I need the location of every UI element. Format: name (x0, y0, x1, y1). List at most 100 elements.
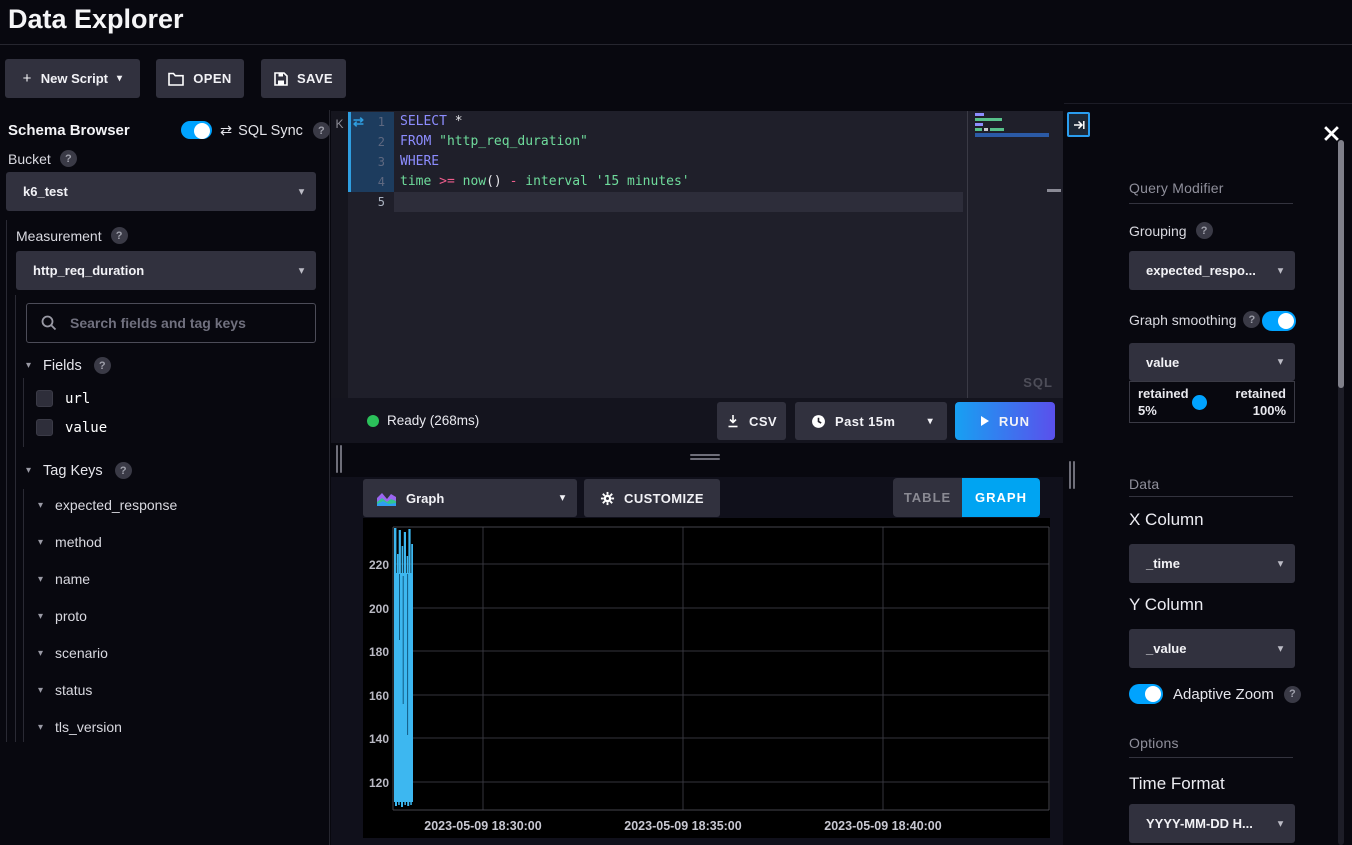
editor-left-strip: K (331, 111, 348, 398)
graph-smoothing-toggle[interactable] (1262, 311, 1296, 331)
y-column-dropdown[interactable]: _value ▾ (1129, 629, 1295, 668)
plus-icon: + (23, 70, 32, 87)
measurement-help-icon[interactable]: ? (111, 227, 128, 244)
bucket-dropdown[interactable]: k6_test ▾ (6, 172, 316, 211)
new-script-label: New Script (41, 71, 108, 86)
tag-key-row[interactable]: ▾tls_version (38, 719, 122, 735)
panel-splitter[interactable] (331, 443, 1063, 477)
fields-expander-icon[interactable]: ▾ (26, 360, 31, 371)
tag-expander-icon[interactable]: ▾ (38, 648, 43, 659)
grouping-help-icon[interactable]: ? (1196, 222, 1213, 239)
open-label: OPEN (193, 71, 231, 86)
graph-tab-label: GRAPH (975, 490, 1027, 505)
clock-icon (811, 414, 826, 429)
save-label: SAVE (297, 71, 333, 86)
retained-left-top: retained (1138, 385, 1189, 402)
value-checkbox[interactable] (36, 419, 53, 436)
folder-icon (168, 72, 184, 86)
right-panel-scrollbar[interactable] (1338, 140, 1344, 845)
sql-sync-help-icon[interactable]: ? (313, 122, 330, 139)
tag-expander-icon[interactable]: ▾ (38, 574, 43, 585)
smoothing-column-dropdown[interactable]: value ▾ (1129, 343, 1295, 381)
graph-smoothing-help-icon[interactable]: ? (1243, 311, 1260, 328)
bucket-value: k6_test (6, 184, 68, 199)
chart-canvas (363, 518, 1050, 838)
sql-editor[interactable]: K ⇄ 1 2 3 4 5 SELECT * FROM "http_req_du… (331, 111, 1063, 398)
minimap-divider (967, 111, 968, 398)
scrollbar-thumb[interactable] (1338, 140, 1344, 388)
open-button[interactable]: OPEN (156, 59, 244, 98)
search-input[interactable] (70, 315, 300, 331)
x-tick-label: 2023-05-09 18:30:00 (403, 819, 563, 833)
view-type-dropdown[interactable]: Graph ▾ (363, 479, 577, 517)
time-range-dropdown[interactable]: Past 15m ▾ (795, 402, 947, 440)
table-tab-label: TABLE (904, 490, 951, 505)
tag-keys-expander-icon[interactable]: ▾ (26, 465, 31, 476)
field-row-url[interactable]: url (36, 390, 90, 407)
tag-expander-icon[interactable]: ▾ (38, 685, 43, 696)
grouping-value: expected_respo... (1129, 263, 1256, 278)
chevron-down-icon: ▾ (560, 493, 565, 504)
x-column-value: _time (1129, 556, 1180, 571)
bucket-help-icon[interactable]: ? (60, 150, 77, 167)
query-modifier-heading: Query Modifier (1129, 180, 1224, 196)
right-splitter-handle[interactable] (1069, 461, 1077, 489)
customize-button[interactable]: CUSTOMIZE (584, 479, 720, 517)
x-column-label: X Column (1129, 510, 1204, 530)
view-type-label: Graph (396, 491, 444, 506)
editor-status-bar: Ready (268ms) CSV Past 15m ▾ RUN (331, 398, 1063, 443)
minimap-slider[interactable] (1047, 189, 1061, 192)
search-fields-box[interactable] (26, 303, 316, 343)
line-number: 2 (351, 132, 385, 152)
field-label: url (65, 391, 90, 407)
retained-slider[interactable]: retained 5% retained 100% (1129, 381, 1295, 423)
table-tab[interactable]: TABLE (893, 478, 962, 517)
adaptive-zoom-toggle[interactable] (1129, 684, 1163, 704)
run-button[interactable]: RUN (955, 402, 1055, 440)
tag-key-row[interactable]: ▾ method (38, 534, 102, 550)
measurement-value: http_req_duration (16, 263, 144, 278)
tag-key-row[interactable]: ▾status (38, 682, 92, 698)
graph-tab[interactable]: GRAPH (962, 478, 1040, 517)
x-column-dropdown[interactable]: _time ▾ (1129, 544, 1295, 583)
url-checkbox[interactable] (36, 390, 53, 407)
field-row-value[interactable]: value (36, 419, 107, 436)
tag-key-row[interactable]: ▾scenario (38, 645, 108, 661)
code-line-2: FROM "http_req_duration" (400, 132, 588, 152)
minimap[interactable] (975, 111, 1063, 398)
collapse-panel-button[interactable] (1067, 112, 1090, 137)
slider-knob[interactable] (1192, 395, 1207, 410)
data-explorer-app: { "title": "Data Explorer", "icons": {"c… (0, 0, 1352, 845)
sql-sync-toggle[interactable] (181, 121, 212, 139)
tag-key-row[interactable]: ▾name (38, 571, 90, 587)
tag-key-row[interactable]: ▾expected_response (38, 497, 177, 513)
editor-shortcut-hint: K (331, 117, 348, 131)
new-script-button[interactable]: + New Script ▾ (5, 59, 140, 98)
adaptive-zoom-help-icon[interactable]: ? (1284, 686, 1301, 703)
code-line-3: WHERE (400, 152, 439, 172)
save-button[interactable]: SAVE (261, 59, 346, 98)
chevron-down-icon: ▾ (299, 186, 304, 197)
time-format-dropdown[interactable]: YYYY-MM-DD H... ▾ (1129, 804, 1295, 843)
tag-expander-icon[interactable]: ▾ (38, 537, 43, 548)
line-number: 5 (351, 192, 385, 212)
csv-button[interactable]: CSV (717, 402, 786, 440)
schema-browser-sidebar: Schema Browser ⇄ SQL Sync ? Bucket ? k6_… (0, 110, 330, 845)
tag-key-label: method (55, 534, 102, 550)
grouping-dropdown[interactable]: expected_respo... ▾ (1129, 251, 1295, 290)
tag-expander-icon[interactable]: ▾ (38, 722, 43, 733)
grouping-label: Grouping (1129, 223, 1187, 239)
tag-expander-icon[interactable]: ▾ (38, 500, 43, 511)
fields-help-icon[interactable]: ? (94, 357, 111, 374)
tag-keys-help-icon[interactable]: ? (115, 462, 132, 479)
chart-plot-area[interactable]: 220 200 180 160 140 120 (363, 518, 1050, 838)
tag-expander-icon[interactable]: ▾ (38, 611, 43, 622)
measurement-dropdown[interactable]: http_req_duration ▾ (16, 251, 316, 290)
graph-view-icon (377, 491, 396, 506)
customize-label: CUSTOMIZE (624, 491, 704, 506)
bucket-label: Bucket (8, 151, 51, 167)
retained-right-top: retained (1235, 385, 1286, 402)
tag-key-row[interactable]: ▾proto (38, 608, 87, 624)
graph-panel: Graph ▾ CUSTOMIZE TABLE GRAPH 220 200 18… (331, 477, 1063, 845)
measurement-label: Measurement (16, 228, 102, 244)
